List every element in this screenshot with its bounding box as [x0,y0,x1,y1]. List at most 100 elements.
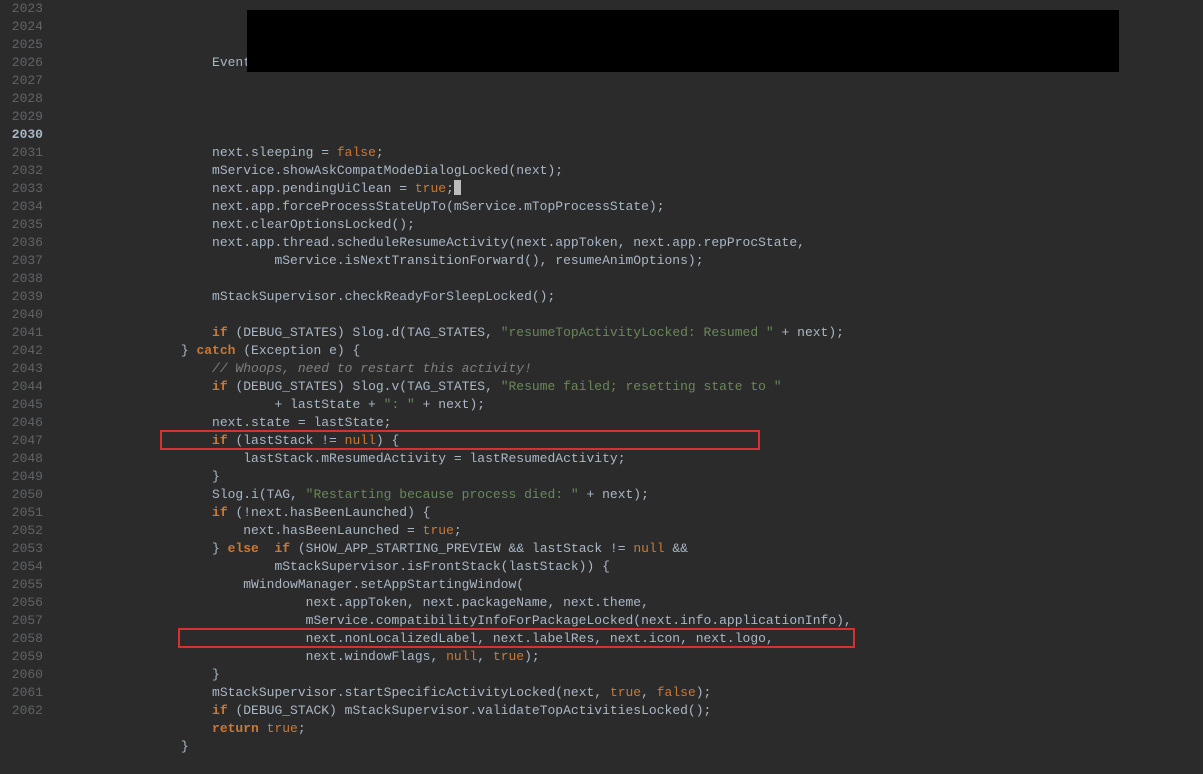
code-line[interactable]: if (DEBUG_STATES) Slog.d(TAG_STATES, "re… [56,324,1203,342]
code-line[interactable]: mService.isNextTransitionForward(), resu… [56,252,1203,270]
code-line[interactable]: next.sleeping = false; [56,144,1203,162]
token-plain: next.clearOptionsLocked(); [212,217,415,232]
token-plain: next.app.pendingUiClean = [212,181,415,196]
code-line[interactable]: mService.showAskCompatModeDialogLocked(n… [56,162,1203,180]
code-line[interactable]: if (lastStack != null) { [56,432,1203,450]
token-plain: (lastStack != [228,433,345,448]
line-number: 2035 [4,216,43,234]
line-number: 2051 [4,504,43,522]
line-number: 2032 [4,162,43,180]
token-plain: (DEBUG_STATES) Slog.d(TAG_STATES, [228,325,501,340]
token-lit: true [267,721,298,736]
code-line[interactable]: next.state = lastState; [56,414,1203,432]
line-number: 2061 [4,684,43,702]
token-lit: null [633,541,664,556]
token-plain: Slog.i(TAG, [212,487,306,502]
token-plain: (SHOW_APP_STARTING_PREVIEW && lastStack … [290,541,633,556]
token-plain: } [181,739,189,754]
code-line[interactable]: + lastState + ": " + next); [56,396,1203,414]
code-line[interactable]: next.app.pendingUiClean = true; [56,180,1203,198]
code-line[interactable]: next.appToken, next.packageName, next.th… [56,594,1203,612]
code-editor[interactable]: 2023202420252026202720282029203020312032… [0,0,1203,711]
line-number: 2033 [4,180,43,198]
code-line[interactable]: next.windowFlags, null, true); [56,648,1203,666]
token-plain: } [212,667,220,682]
redacted-block [247,10,1119,72]
code-line[interactable]: if (!next.hasBeenLaunched) { [56,504,1203,522]
code-line[interactable]: if (DEBUG_STACK) mStackSupervisor.valida… [56,702,1203,720]
code-line[interactable]: next.app.forceProcessStateUpTo(mService.… [56,198,1203,216]
code-line[interactable]: next.nonLocalizedLabel, next.labelRes, n… [56,630,1203,648]
code-line[interactable] [56,126,1203,144]
code-line[interactable] [56,72,1203,90]
token-plain: ); [524,649,540,664]
token-plain: next.windowFlags, [306,649,446,664]
code-line[interactable]: } [56,468,1203,486]
code-line[interactable]: mStackSupervisor.checkReadyForSleepLocke… [56,288,1203,306]
token-plain: + lastState + [274,397,383,412]
token-plain [259,721,267,736]
code-line[interactable] [56,306,1203,324]
token-plain: , [641,685,657,700]
line-number: 2056 [4,594,43,612]
code-line[interactable]: // Whoops, need to restart this activity… [56,360,1203,378]
token-plain: + next); [579,487,649,502]
line-number: 2028 [4,90,43,108]
token-kw: if [274,541,290,556]
token-plain: mStackSupervisor.checkReadyForSleepLocke… [212,289,555,304]
token-lit: false [657,685,696,700]
code-area[interactable]: EventLog.writeEvent(EventLogTags.AM_RESU… [52,0,1203,711]
line-number: 2057 [4,612,43,630]
line-number: 2025 [4,36,43,54]
code-line[interactable]: next.app.thread.scheduleResumeActivity(n… [56,234,1203,252]
code-line[interactable]: lastStack.mResumedActivity = lastResumed… [56,450,1203,468]
token-lit: null [345,433,376,448]
token-lit: true [423,523,454,538]
code-line[interactable]: } catch (Exception e) { [56,342,1203,360]
code-line[interactable]: return true; [56,720,1203,738]
token-plain: , [477,649,493,664]
code-line[interactable]: Slog.i(TAG, "Restarting because process … [56,486,1203,504]
token-kw: else [228,541,259,556]
code-line[interactable]: } else if (SHOW_APP_STARTING_PREVIEW && … [56,540,1203,558]
code-line[interactable] [56,108,1203,126]
token-lit: true [610,685,641,700]
token-lit: true [415,181,446,196]
code-line[interactable]: if (DEBUG_STATES) Slog.v(TAG_STATES, "Re… [56,378,1203,396]
line-number: 2037 [4,252,43,270]
code-line[interactable] [56,90,1203,108]
token-str: "Resume failed; resetting state to " [501,379,782,394]
token-kw: return [212,721,259,736]
line-number: 2027 [4,72,43,90]
token-plain: (Exception e) { [235,343,360,358]
token-plain: ); [696,685,712,700]
token-plain: mService.showAskCompatModeDialogLocked(n… [212,163,563,178]
code-line[interactable]: mStackSupervisor.isFrontStack(lastStack)… [56,558,1203,576]
code-line[interactable]: mStackSupervisor.startSpecificActivityLo… [56,684,1203,702]
token-kw: catch [196,343,235,358]
token-plain: ; [446,181,454,196]
token-lit: null [446,649,477,664]
token-plain: (DEBUG_STATES) Slog.v(TAG_STATES, [228,379,501,394]
token-plain: && [665,541,688,556]
line-number: 2050 [4,486,43,504]
token-plain: next.hasBeenLaunched = [243,523,422,538]
code-line[interactable]: } [56,738,1203,756]
token-plain: ; [454,523,462,538]
token-plain: + next); [415,397,485,412]
code-line[interactable]: next.clearOptionsLocked(); [56,216,1203,234]
code-line[interactable]: } [56,666,1203,684]
code-line[interactable]: mService.compatibilityInfoForPackageLock… [56,612,1203,630]
token-plain: mWindowManager.setAppStartingWindow( [243,577,524,592]
line-number-gutter: 2023202420252026202720282029203020312032… [0,0,52,711]
code-line[interactable] [56,756,1203,774]
token-plain: mStackSupervisor.startSpecificActivityLo… [212,685,610,700]
token-plain: lastStack.mResumedActivity = lastResumed… [243,451,625,466]
token-kw: if [212,379,228,394]
code-line[interactable]: mWindowManager.setAppStartingWindow( [56,576,1203,594]
code-line[interactable] [56,270,1203,288]
code-line[interactable]: next.hasBeenLaunched = true; [56,522,1203,540]
token-plain: next.app.thread.scheduleResumeActivity(n… [212,235,805,250]
line-number: 2047 [4,432,43,450]
line-number: 2048 [4,450,43,468]
